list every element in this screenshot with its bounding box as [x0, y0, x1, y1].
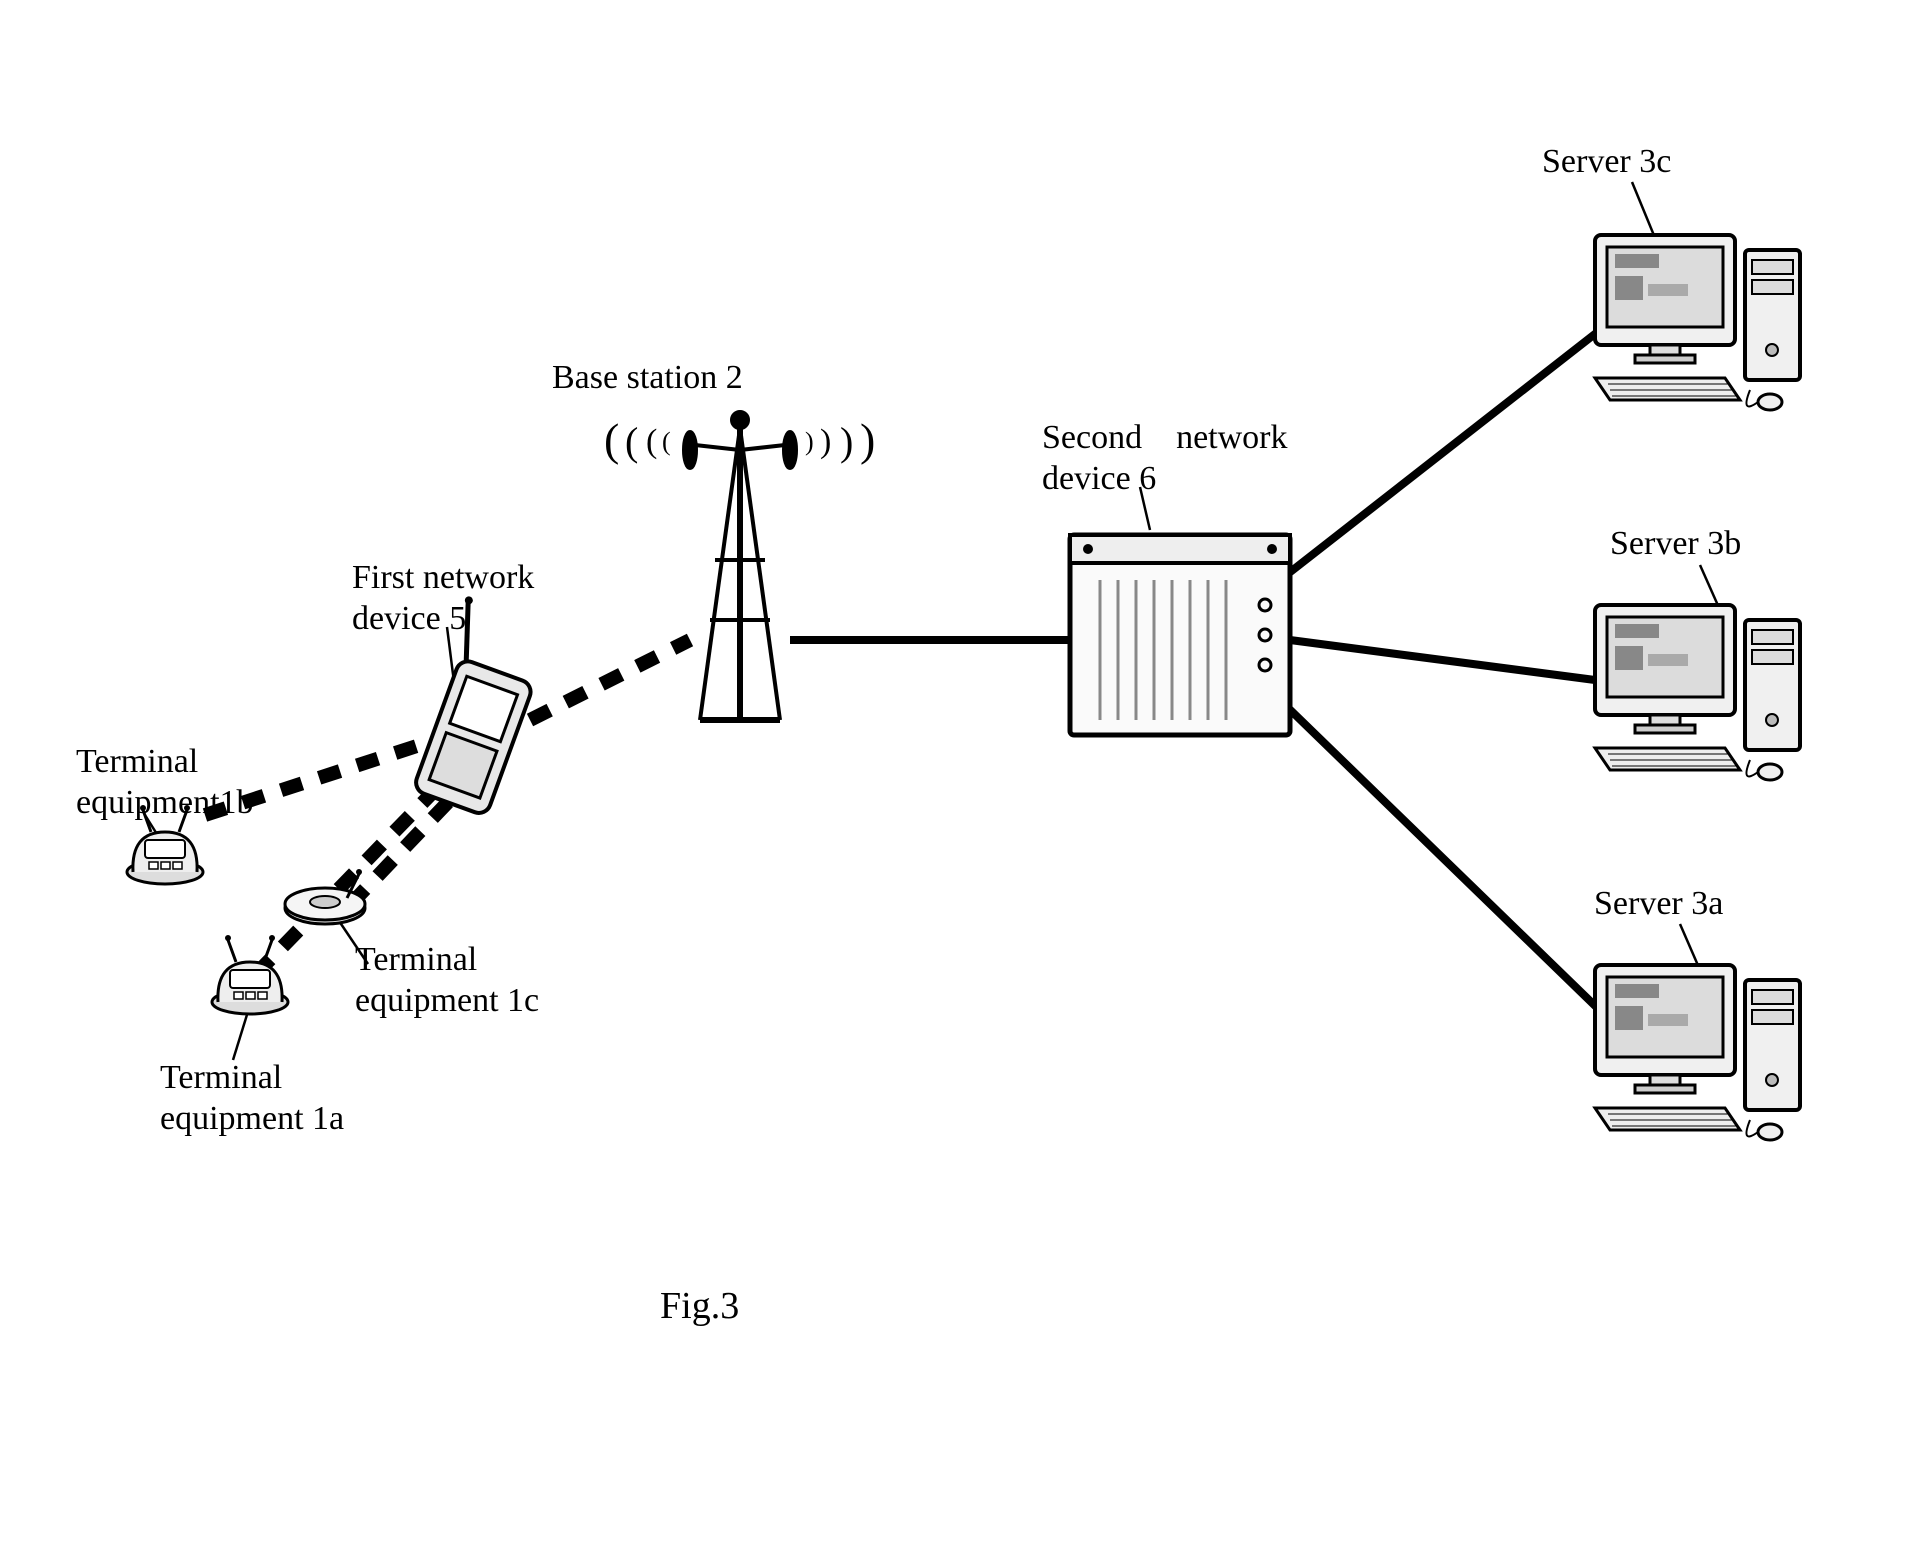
server-3b-label: Server 3b: [1610, 524, 1741, 565]
second-network-device-label: Second network device 6: [1042, 418, 1288, 500]
svg-text:(: (: [625, 419, 638, 464]
terminal-1c-label: Terminal equipment 1c: [355, 940, 539, 1022]
terminal-1a-label: Terminal equipment 1a: [160, 1058, 344, 1140]
terminal-1b-label: Terminal equipment1b: [76, 742, 254, 824]
server-3b-icon: [1595, 605, 1800, 780]
svg-text:): ): [860, 414, 875, 465]
second-network-device-icon: [1070, 535, 1290, 735]
figure-caption: Fig.3: [660, 1284, 739, 1330]
base-station-label: Base station 2: [552, 358, 743, 399]
server-3c-label: Server 3c: [1542, 142, 1671, 183]
svg-text:(: (: [662, 427, 671, 456]
first-network-device-label: First network device 5: [352, 558, 534, 640]
server-3a-label: Server 3a: [1594, 884, 1723, 925]
terminal-1a-icon: [212, 935, 288, 1014]
base-station-icon: ( ( ( ( ) ) ) ): [604, 412, 875, 720]
server-3a-icon: [1595, 965, 1800, 1140]
svg-text:(: (: [604, 414, 619, 465]
svg-text:): ): [820, 423, 831, 460]
svg-text:): ): [805, 427, 814, 456]
server-3c-icon: [1595, 235, 1800, 410]
svg-text:(: (: [646, 423, 657, 460]
terminal-1c-icon: [285, 869, 365, 924]
svg-text:): ): [840, 419, 853, 464]
dashed-links: [205, 640, 690, 975]
